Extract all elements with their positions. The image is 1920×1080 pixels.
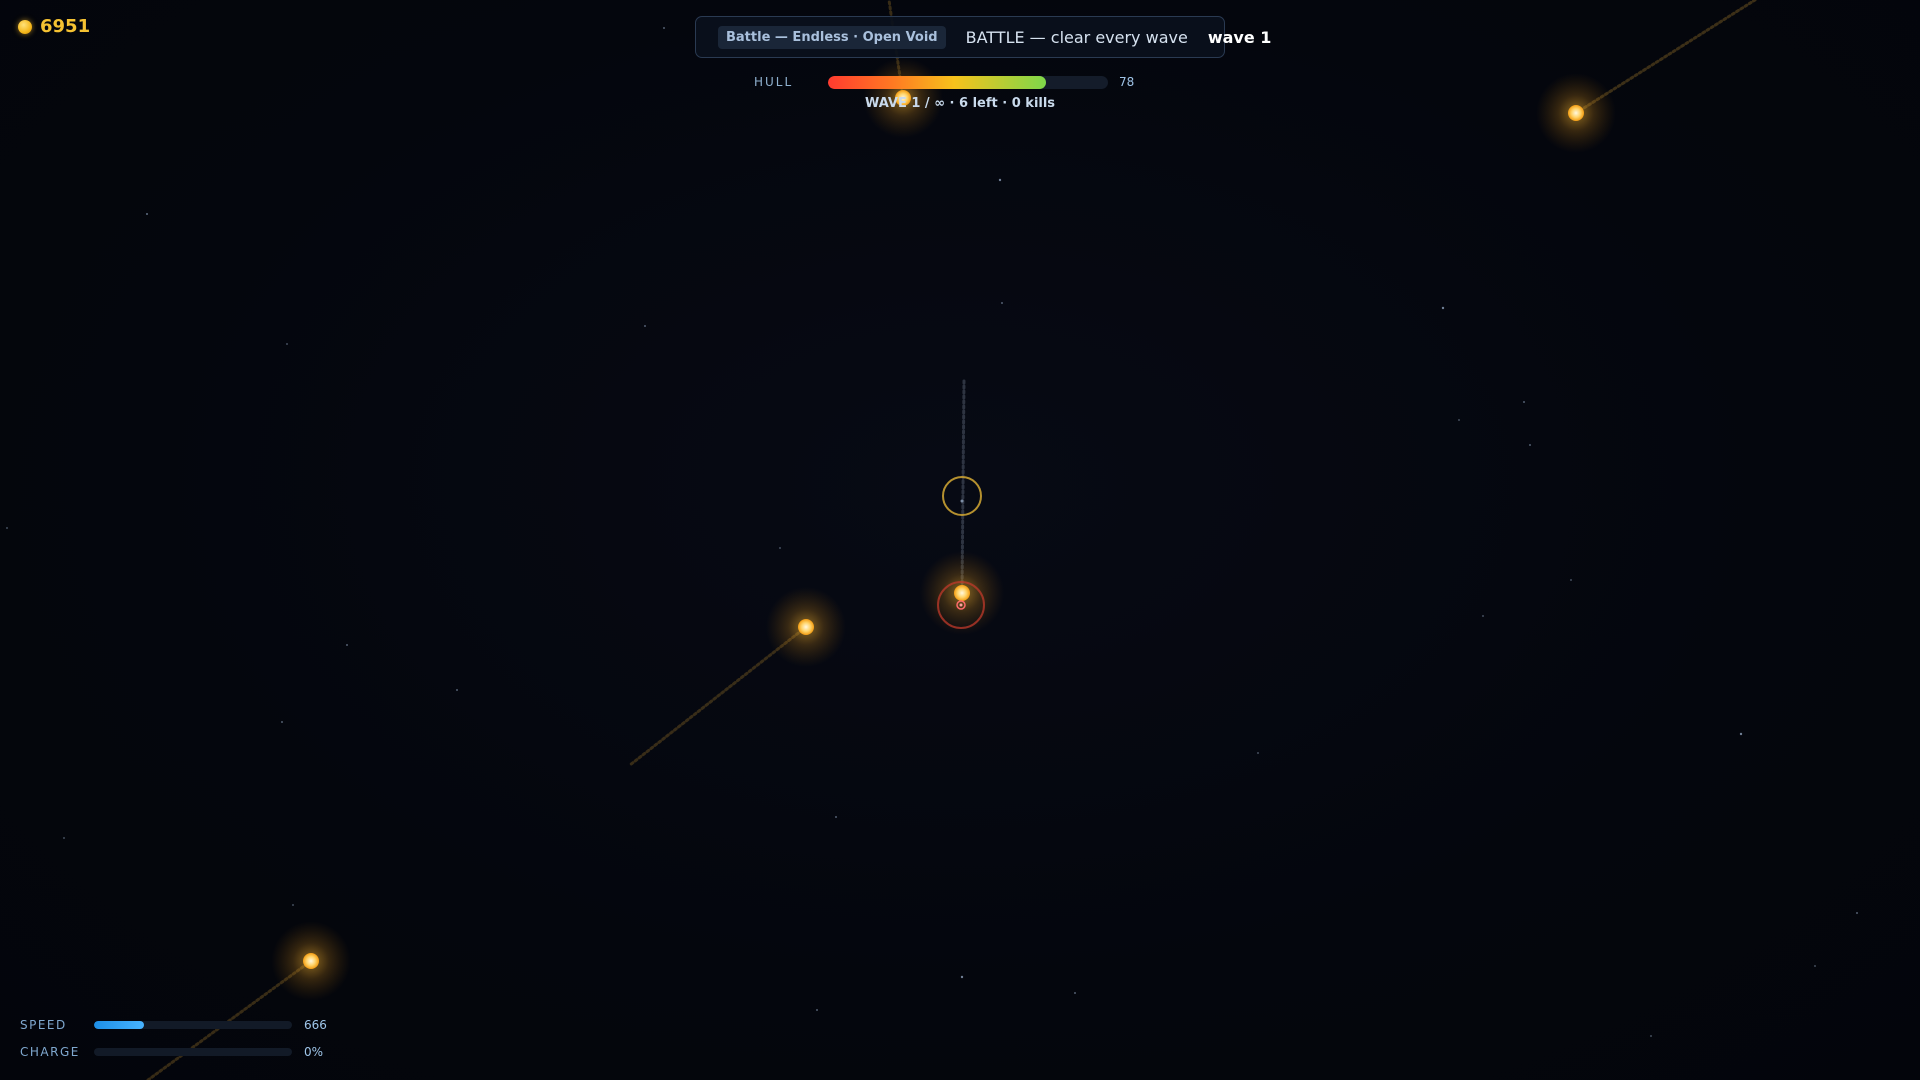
speed-value: 666 — [304, 1018, 327, 1032]
credits-value: 6951 — [40, 16, 91, 37]
enemy-ship[interactable] — [271, 921, 351, 1001]
objective-text: BATTLE — clear every wave — [965, 27, 1188, 47]
speed-gauge: SPEED 666 — [20, 1018, 327, 1032]
coin-icon — [18, 19, 32, 34]
charge-bar-track — [94, 1048, 292, 1056]
hull-bar-fill — [828, 75, 1047, 89]
speed-bar-fill — [94, 1021, 144, 1029]
enemy-ship[interactable] — [1536, 73, 1616, 153]
enemy-trails — [146, 0, 1757, 1080]
hull-value: 78 — [1119, 75, 1135, 89]
speed-bar-track — [94, 1021, 292, 1029]
speed-label: SPEED — [20, 1018, 67, 1032]
wave-label: wave 1 — [1207, 27, 1272, 47]
enemy-ship[interactable] — [766, 587, 846, 667]
hull-meter: HULL 78 — [754, 74, 1134, 90]
battlefield — [6, 0, 1858, 1080]
enemy-ship[interactable] — [920, 551, 1004, 635]
credits-display: 6951 — [18, 16, 90, 37]
star-field — [6, 27, 1858, 1037]
charge-gauge: CHARGE 0% — [20, 1045, 323, 1059]
mode-chip: Battle — Endless · Open Void — [718, 25, 946, 49]
hull-bar-track — [828, 75, 1108, 89]
game-viewport[interactable]: 6951 Battle — Endless · Open Void BATTLE… — [0, 0, 1920, 1080]
mission-banner: Battle — Endless · Open Void BATTLE — cl… — [695, 16, 1271, 58]
wave-status: WAVE 1 / ∞ · 6 left · 0 kills — [864, 96, 1056, 111]
charge-value: 0% — [304, 1045, 324, 1059]
charge-label: CHARGE — [20, 1045, 80, 1059]
hull-label: HULL — [754, 75, 794, 89]
